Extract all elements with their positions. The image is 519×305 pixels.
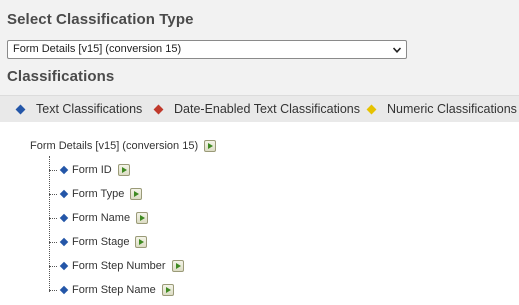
tree-node-label: Form Name	[72, 212, 131, 224]
classifications-heading: Classifications	[7, 68, 115, 85]
legend-numeric-label: Numeric Classifications	[387, 102, 517, 116]
tree-node-form-stage: Form Stage	[49, 235, 148, 249]
classification-legend: Text Classifications Date-Enabled Text C…	[0, 95, 519, 122]
tree-root-label: Form Details [v15] (conversion 15)	[30, 140, 199, 152]
tree-node-label: Form Step Name	[72, 284, 156, 296]
tree-node-label: Form Type	[72, 188, 125, 200]
expand-arrow-icon[interactable]	[171, 260, 184, 272]
legend-numeric-classifications: Numeric Classifications	[366, 102, 517, 116]
classification-type-select-value: Form Details [v15] (conversion 15)	[13, 43, 182, 55]
tree-node-label: Form Step Number	[72, 260, 166, 272]
legend-text-classifications: Text Classifications	[15, 102, 143, 116]
tree-branch-line	[49, 193, 57, 195]
expand-arrow-icon[interactable]	[136, 212, 149, 224]
expand-arrow-icon[interactable]	[117, 164, 130, 176]
blue-diamond-icon	[59, 261, 69, 271]
blue-diamond-icon	[59, 165, 69, 175]
expand-arrow-icon[interactable]	[135, 236, 148, 248]
expand-arrow-icon[interactable]	[130, 188, 143, 200]
tree-branch-line	[49, 169, 57, 171]
tree-node-form-type: Form Type	[49, 187, 143, 201]
yellow-diamond-icon	[366, 104, 377, 114]
red-diamond-icon	[153, 104, 164, 114]
tree-node-label: Form Stage	[72, 236, 130, 248]
expand-arrow-icon[interactable]	[161, 284, 174, 296]
tree-root-node: Form Details [v15] (conversion 15)	[30, 140, 217, 152]
legend-text-label: Text Classifications	[36, 102, 143, 116]
root-expand-arrow-icon[interactable]	[204, 140, 217, 152]
tree-node-form-name: Form Name	[49, 211, 149, 225]
blue-diamond-icon	[59, 213, 69, 223]
tree-node-form-step-name: Form Step Name	[49, 283, 174, 297]
tree-node-label: Form ID	[72, 164, 112, 176]
tree-node-form-id: Form ID	[49, 163, 130, 177]
tree-branch-line	[49, 289, 57, 291]
classification-type-select[interactable]: Form Details [v15] (conversion 15)	[7, 40, 407, 59]
blue-diamond-icon	[59, 189, 69, 199]
legend-date-enabled-classifications: Date-Enabled Text Classifications	[153, 102, 360, 116]
select-classification-type-heading: Select Classification Type	[7, 11, 194, 28]
tree-node-form-step-number: Form Step Number	[49, 259, 184, 273]
tree-branch-line	[49, 217, 57, 219]
chevron-down-icon	[393, 47, 401, 53]
tree-branch-line	[49, 265, 57, 267]
blue-diamond-icon	[15, 104, 26, 114]
tree-branch-line	[49, 241, 57, 243]
classification-header-panel: Select Classification Type Form Details …	[0, 0, 519, 122]
legend-date-label: Date-Enabled Text Classifications	[174, 102, 360, 116]
blue-diamond-icon	[59, 285, 69, 295]
blue-diamond-icon	[59, 237, 69, 247]
